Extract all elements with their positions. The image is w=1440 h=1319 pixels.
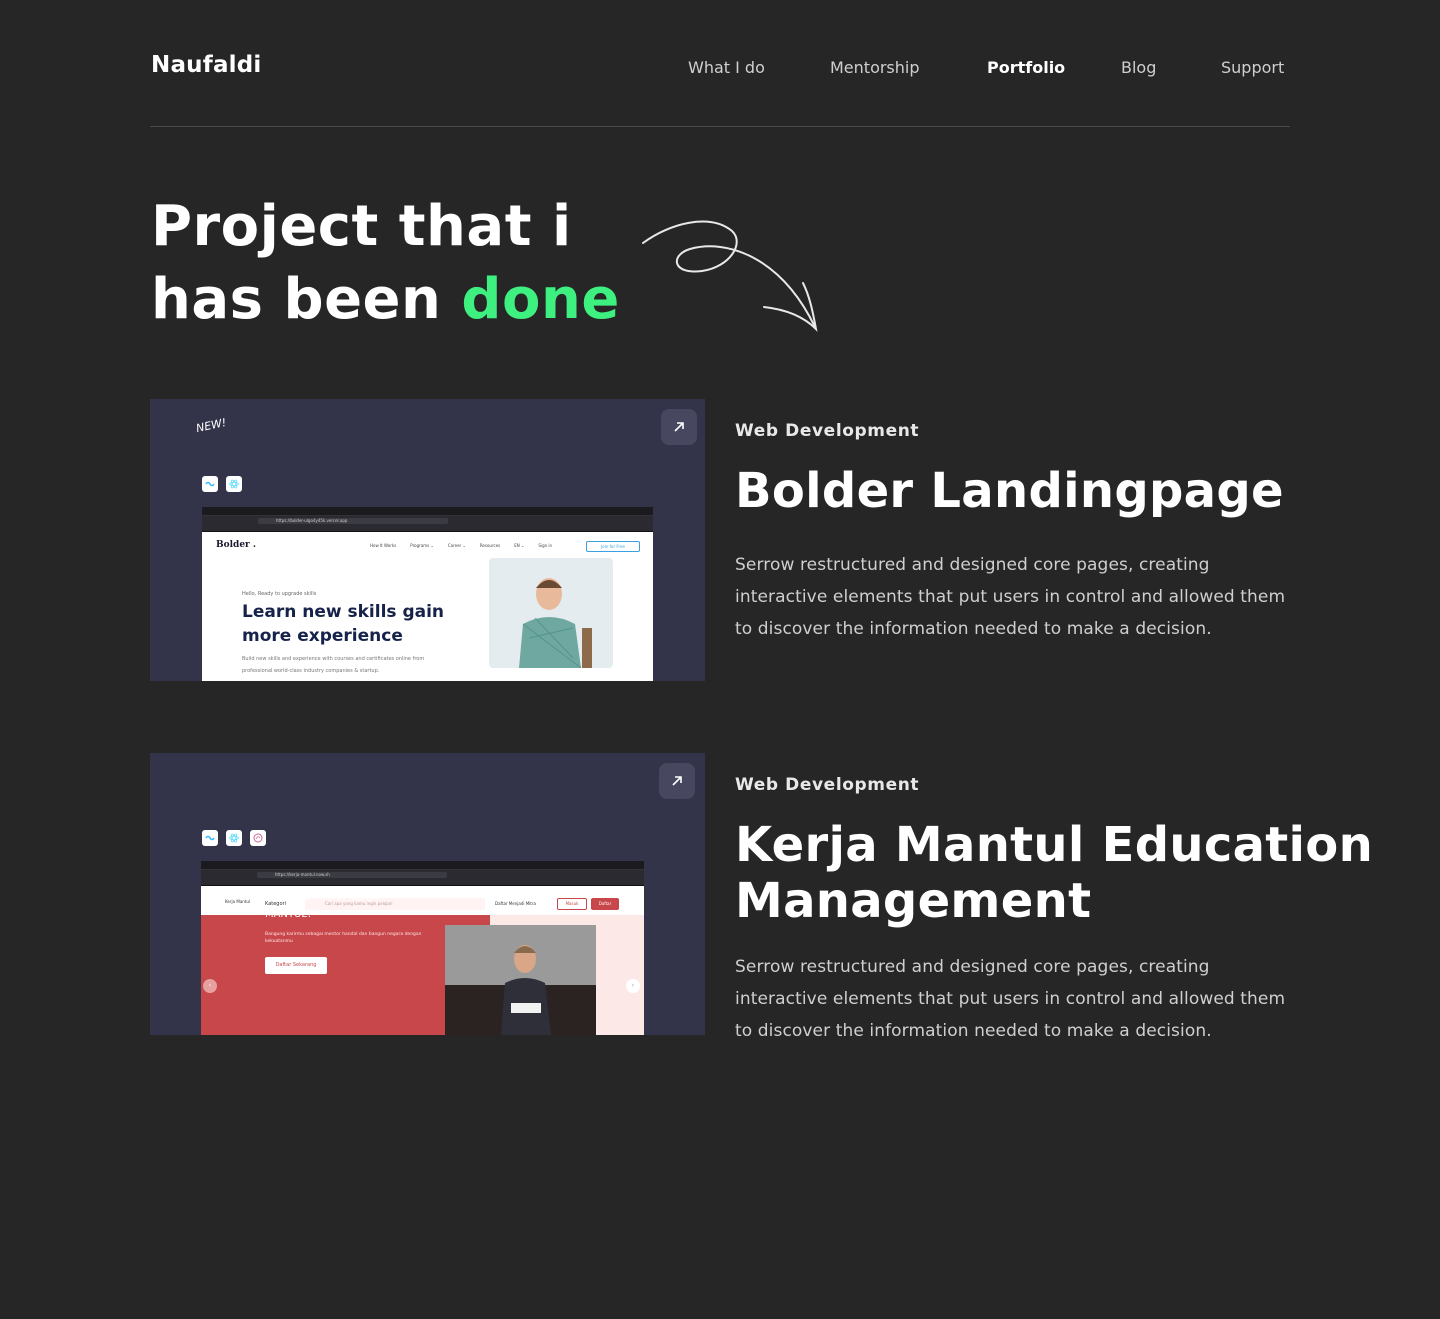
project-card-kerja-mantul: https://kerja-mantul.now.sh Kerja Mantul… xyxy=(150,753,1373,1053)
arrow-up-right-icon xyxy=(674,422,684,432)
mock-cta: Join for Free xyxy=(586,541,640,552)
project-title[interactable]: Bolder Landingpage xyxy=(735,463,1375,519)
mock-mitra-link: Daftar Menjadi Mitra xyxy=(495,901,536,906)
new-badge: NEW! xyxy=(194,415,228,436)
mock-logo: Bolder . xyxy=(216,540,257,550)
nav-support[interactable]: Support xyxy=(1221,58,1284,77)
browser-screenshot: https://kerja-mantul.now.sh Kerja Mantul… xyxy=(201,861,644,1035)
mock-headline: Learn new skills gain more experience xyxy=(242,602,445,646)
nav-portfolio[interactable]: Portfolio xyxy=(987,58,1065,77)
nav-blog[interactable]: Blog xyxy=(1121,58,1156,77)
react-icon xyxy=(226,476,242,492)
project-card-bolder: NEW! https://bolder-ulgo4y45k.vercel.app… xyxy=(150,399,1340,681)
mock-nav: Bolder . How It Works Programs ⌄ Career ⌄ R… xyxy=(202,533,653,553)
project-description: Serrow restructured and designed core pa… xyxy=(735,555,1286,639)
open-project-button[interactable] xyxy=(659,763,695,799)
hero-line-2-prefix: has been xyxy=(151,267,462,332)
react-icon xyxy=(226,830,242,846)
mock-eyebrow: Hello, Ready to upgrade skills xyxy=(242,591,317,597)
person-photo xyxy=(445,925,596,1035)
project-title[interactable]: Kerja Mantul Education Management xyxy=(735,817,1375,929)
mock-headline: MAU JADI MITRA KERJA MANTUL? xyxy=(265,892,379,920)
mock-subtext: Bangung karirmu sebagai mentor handal da… xyxy=(265,932,422,944)
hero-line-2-accent: done xyxy=(461,267,620,332)
hero-title: Project that i has been done xyxy=(151,190,620,336)
project-category: Web Development xyxy=(735,775,920,795)
mock-register: Daftar xyxy=(591,898,619,910)
carousel-next-icon: › xyxy=(626,979,640,993)
open-project-button[interactable] xyxy=(661,409,697,445)
tech-stack xyxy=(202,830,266,846)
mock-subtext: Build new skills and experience with cou… xyxy=(242,656,425,674)
person-photo xyxy=(489,558,613,668)
tech-stack xyxy=(202,476,242,492)
project-thumbnail[interactable]: NEW! https://bolder-ulgo4y45k.vercel.app… xyxy=(150,399,705,681)
hero-line-1: Project that i xyxy=(151,194,572,259)
project-description: Serrow restructured and designed core pa… xyxy=(735,957,1286,1041)
main-nav: What I do Mentorship Portfolio Blog Supp… xyxy=(150,58,1290,82)
sass-icon xyxy=(250,830,266,846)
mock-cta: Daftar Sekarang xyxy=(265,957,327,974)
carousel-prev-icon: ‹ xyxy=(203,979,217,993)
mock-login: Masuk xyxy=(557,898,587,910)
project-thumbnail[interactable]: https://kerja-mantul.now.sh Kerja Mantul… xyxy=(150,753,705,1035)
browser-screenshot: https://bolder-ulgo4y45k.vercel.app Bold… xyxy=(202,507,653,681)
url-bar: https://bolder-ulgo4y45k.vercel.app xyxy=(258,518,448,524)
site-header: Naufaldi What I do Mentorship Portfolio … xyxy=(150,0,1290,127)
nav-mentorship[interactable]: Mentorship xyxy=(830,58,920,77)
mock-logo: Kerja Mantul xyxy=(225,899,251,904)
nav-what-i-do[interactable]: What I do xyxy=(688,58,765,77)
tailwind-icon xyxy=(202,830,218,846)
tailwind-icon xyxy=(202,476,218,492)
mock-links: How It Works Programs ⌄ Career ⌄ Resources E… xyxy=(370,543,553,548)
url-bar: https://kerja-mantul.now.sh xyxy=(257,872,447,878)
curly-arrow-icon xyxy=(642,220,818,332)
project-category: Web Development xyxy=(735,421,920,441)
arrow-up-right-icon xyxy=(672,776,682,786)
